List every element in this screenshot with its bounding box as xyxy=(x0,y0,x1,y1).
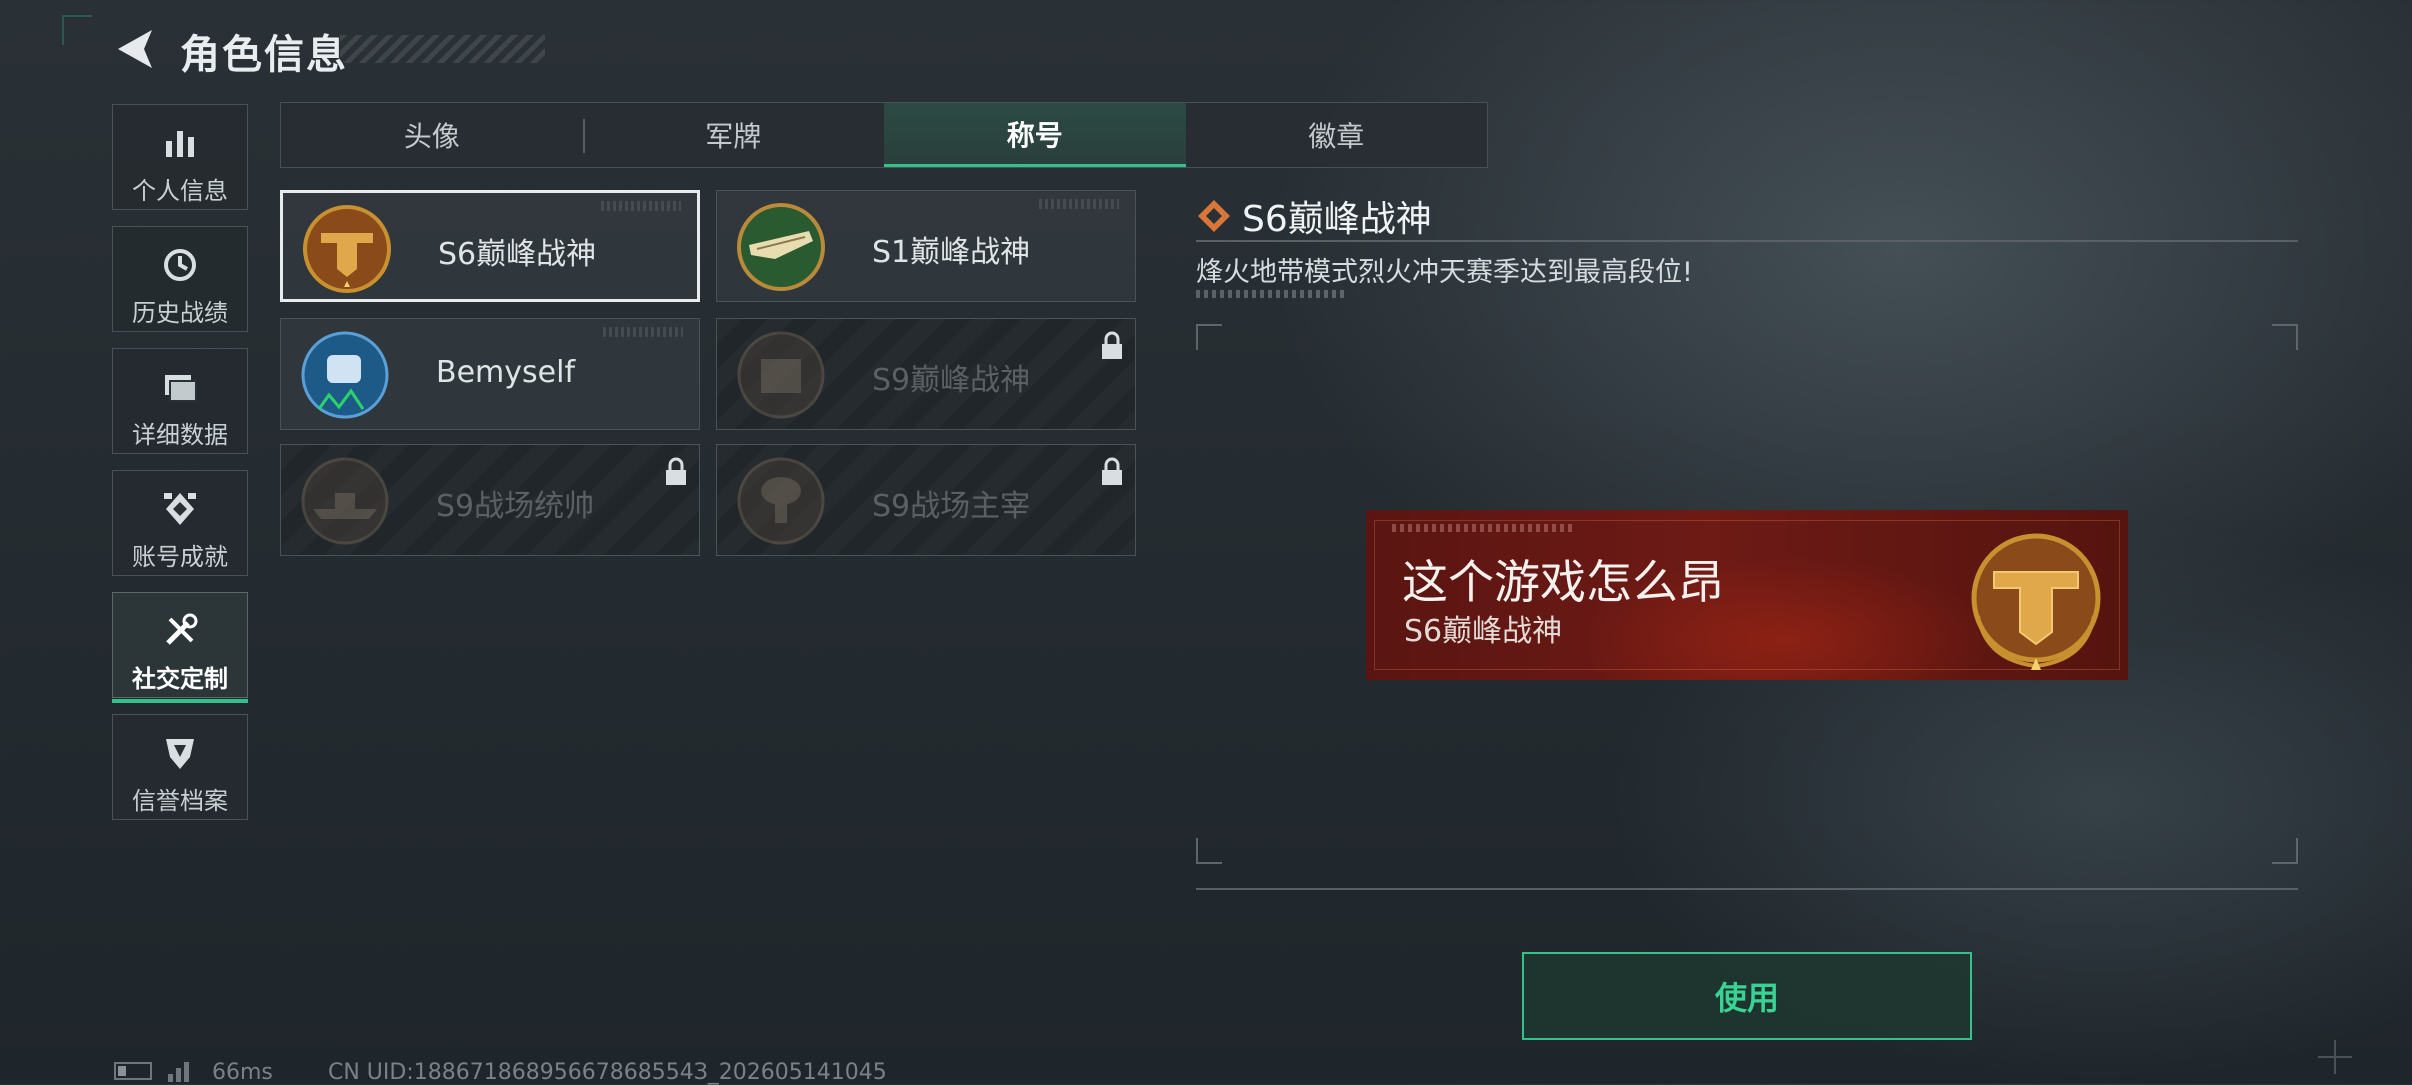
title-name: S9战场主宰 xyxy=(872,489,1031,524)
sidebar-item-history[interactable]: 历史战绩 xyxy=(112,226,248,332)
title-name: S6巅峰战神 xyxy=(438,237,597,272)
detail-title: S6巅峰战神 xyxy=(1242,199,1432,240)
sidebar-item-label: 详细数据 xyxy=(132,421,228,449)
back-arrow-icon xyxy=(118,30,152,68)
title-card-s6[interactable]: S6巅峰战神 xyxy=(280,190,700,302)
sidebar-item-label: 账号成就 xyxy=(132,543,228,571)
preview-player-name: 这个游戏怎么昂 xyxy=(1402,555,1724,609)
sidebar-item-label: 社交定制 xyxy=(132,665,228,693)
detail-decoration xyxy=(1196,290,1346,298)
title-card-s1[interactable]: S1巅峰战神 xyxy=(716,190,1136,302)
title-decoration xyxy=(340,35,545,63)
sidebar-item-personal-info[interactable]: 个人信息 xyxy=(112,104,248,210)
lock-icon xyxy=(1102,331,1122,359)
sidebar-item-label: 个人信息 xyxy=(132,177,228,205)
card-decoration xyxy=(603,327,683,337)
crosshair-icon xyxy=(2318,1040,2352,1074)
tab-dog-tag[interactable]: 军牌 xyxy=(582,103,885,167)
s6-gold-emblem-icon xyxy=(303,205,391,293)
lock-icon xyxy=(1102,457,1122,485)
card-decoration xyxy=(1039,199,1119,209)
title-card-s9-commander[interactable]: S9战场统帅 xyxy=(280,444,700,556)
lock-icon xyxy=(666,457,686,485)
signal-icon xyxy=(168,1062,189,1082)
title-name: Bemyself xyxy=(436,355,575,390)
ping-text: 66ms xyxy=(212,1060,273,1085)
battery-icon xyxy=(114,1062,152,1080)
history-clock-icon xyxy=(164,249,196,281)
divider xyxy=(1196,888,2298,890)
title-card-bemyself[interactable]: Bemyself xyxy=(280,318,700,430)
tools-icon xyxy=(166,613,198,645)
title-card-s9-peak[interactable]: S9巅峰战神 xyxy=(716,318,1136,430)
divider xyxy=(1196,240,2298,242)
sidebar-item-achievements[interactable]: 账号成就 xyxy=(112,470,248,576)
title-card-s9-dominator[interactable]: S9战场主宰 xyxy=(716,444,1136,556)
crocodile-emblem-icon xyxy=(737,203,825,291)
tab-title[interactable]: 称号 xyxy=(884,103,1186,167)
sidebar-item-detail-data[interactable]: 详细数据 xyxy=(112,348,248,454)
mushroom-cloud-emblem-icon xyxy=(737,457,825,545)
shield-icon xyxy=(166,739,194,769)
folder-icon xyxy=(165,375,197,402)
tab-bar: 头像 军牌 称号 徽章 xyxy=(280,102,1488,168)
s6-gold-emblem-icon xyxy=(1971,533,2101,670)
title-name: S1巅峰战神 xyxy=(872,235,1031,270)
blue-soldier-emblem-icon xyxy=(301,331,389,419)
title-preview-banner: 这个游戏怎么昂 S6巅峰战神 xyxy=(1366,510,2128,680)
preview-title: S6巅峰战神 xyxy=(1404,614,1563,649)
detail-description: 烽火地带模式烈火冲天赛季达到最高段位! xyxy=(1196,257,1693,288)
title-diamond-icon xyxy=(1198,200,1230,232)
tab-badge[interactable]: 徽章 xyxy=(1186,103,1488,167)
achievement-icon xyxy=(164,493,196,525)
corner-decoration xyxy=(62,15,92,45)
title-name: S9战场统帅 xyxy=(436,489,595,524)
title-name: S9巅峰战神 xyxy=(872,363,1031,398)
uid-text: CN UID:18867186895667868554З_20260514104… xyxy=(328,1060,887,1085)
sidebar-item-credit-profile[interactable]: 信誉档案 xyxy=(112,714,248,820)
sidebar-item-label: 历史战绩 xyxy=(132,299,228,327)
sidebar-item-social-custom[interactable]: 社交定制 xyxy=(112,592,248,703)
tab-avatar[interactable]: 头像 xyxy=(281,103,583,167)
fortress-emblem-icon xyxy=(737,331,825,419)
card-decoration xyxy=(601,201,681,211)
battleship-emblem-icon xyxy=(301,457,389,545)
use-button[interactable]: 使用 xyxy=(1522,952,1972,1040)
page-title: 角色信息 xyxy=(180,32,348,78)
sidebar-item-label: 信誉档案 xyxy=(132,787,228,815)
bar-chart-icon xyxy=(166,131,194,157)
back-button[interactable] xyxy=(112,26,160,72)
banner-decoration xyxy=(1392,524,1572,532)
